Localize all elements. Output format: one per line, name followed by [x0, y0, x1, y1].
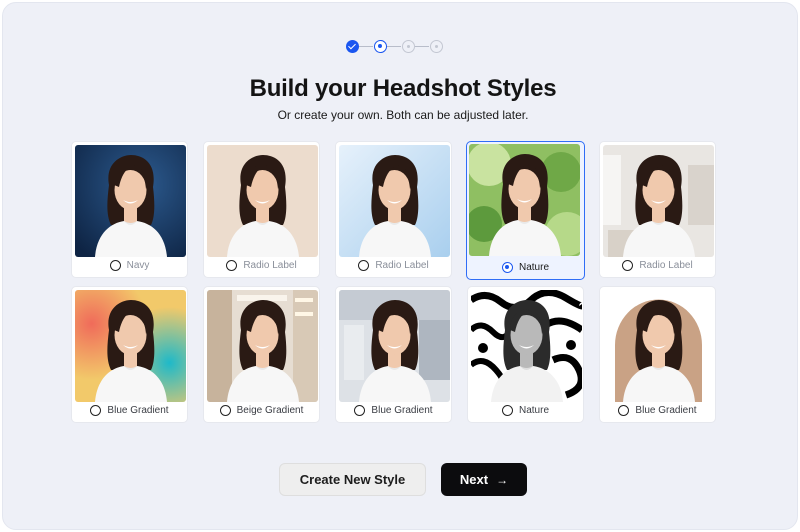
next-label: Next	[459, 472, 489, 487]
style-label: Radio Label	[375, 259, 429, 271]
headshot-illustration	[603, 145, 714, 257]
headshot-illustration	[339, 290, 450, 402]
create-new-style-button[interactable]: Create New Style	[279, 463, 426, 496]
radio-button[interactable]	[219, 404, 231, 416]
page-title: Build your Headshot Styles	[249, 75, 557, 102]
style-label: Nature	[518, 404, 549, 416]
radio-button[interactable]	[501, 404, 513, 416]
radio-button[interactable]	[358, 259, 370, 271]
radio-button[interactable]	[354, 404, 366, 416]
style-card-office-blur[interactable]: Radio Label	[599, 141, 716, 278]
style-label: Blue Gradient	[635, 404, 697, 416]
headshot-illustration	[469, 144, 580, 256]
style-radio-option[interactable]: Navy	[72, 256, 187, 274]
style-label: Navy	[126, 259, 150, 271]
headshot-photo-black-white-pattern	[471, 290, 582, 402]
style-label: Blue Gradient	[371, 404, 433, 416]
progress-stepper	[346, 38, 446, 56]
style-card-navy[interactable]: Navy	[71, 141, 188, 278]
step-connector	[359, 46, 373, 47]
style-label: Beige Gradient	[236, 404, 304, 416]
wizard-panel: Build your Headshot Styles Or create you…	[2, 2, 798, 530]
headshot-photo-colorful-gradient	[75, 290, 186, 402]
step-4-icon	[430, 40, 443, 53]
style-label: Nature	[518, 261, 549, 273]
step-connector	[415, 46, 429, 47]
style-card-beige[interactable]: Radio Label	[203, 141, 320, 278]
radio-button-checked[interactable]	[501, 261, 513, 273]
style-card-arch[interactable]: Blue Gradient	[599, 286, 716, 423]
step-connector	[387, 46, 401, 47]
headshot-photo-beige	[207, 145, 318, 257]
style-label: Blue Gradient	[107, 404, 169, 416]
radio-button[interactable]	[622, 259, 634, 271]
style-radio-option[interactable]: Nature	[467, 258, 584, 276]
radio-button[interactable]	[618, 404, 630, 416]
next-button[interactable]: Next →	[441, 463, 527, 496]
radio-button[interactable]	[226, 259, 238, 271]
headshot-illustration	[75, 290, 186, 402]
style-label: Radio Label	[243, 259, 297, 271]
style-radio-option[interactable]: Blue Gradient	[336, 401, 451, 419]
style-radio-option[interactable]: Nature	[468, 401, 583, 419]
headshot-illustration	[471, 290, 582, 402]
headshot-illustration	[339, 145, 450, 257]
style-radio-option[interactable]: Radio Label	[336, 256, 451, 274]
style-label: Radio Label	[639, 259, 693, 271]
headshot-illustration	[603, 290, 714, 402]
step-1-complete-icon	[346, 40, 359, 53]
style-card-hallway[interactable]: Beige Gradient	[203, 286, 320, 423]
style-card-office[interactable]: Blue Gradient	[335, 286, 452, 423]
headshot-photo-arch	[603, 290, 714, 402]
headshot-illustration	[75, 145, 186, 257]
style-card-light-blue[interactable]: Radio Label	[335, 141, 452, 278]
style-card-nature-selected[interactable]: Nature	[466, 141, 585, 280]
style-radio-option[interactable]: Radio Label	[600, 256, 715, 274]
style-radio-option[interactable]: Beige Gradient	[204, 401, 319, 419]
style-radio-option[interactable]: Radio Label	[204, 256, 319, 274]
headshot-photo-nature	[469, 144, 580, 256]
style-radio-option[interactable]: Blue Gradient	[600, 401, 715, 419]
headshot-photo-office	[339, 290, 450, 402]
headshot-photo-hallway	[207, 290, 318, 402]
style-card-colorful-gradient[interactable]: Blue Gradient	[71, 286, 188, 423]
headshot-photo-navy	[75, 145, 186, 257]
create-new-style-label: Create New Style	[299, 472, 406, 487]
style-radio-option[interactable]: Blue Gradient	[72, 401, 187, 419]
headshot-photo-office-blur	[603, 145, 714, 257]
style-card-black-white-pattern[interactable]: Nature	[467, 286, 584, 423]
page-subtitle: Or create your own. Both can be adjusted…	[277, 108, 529, 122]
radio-button[interactable]	[90, 404, 102, 416]
headshot-illustration	[207, 290, 318, 402]
radio-button[interactable]	[109, 259, 121, 271]
arrow-right-icon: →	[496, 472, 509, 487]
step-3-icon	[402, 40, 415, 53]
headshot-illustration	[207, 145, 318, 257]
step-2-current-icon	[374, 40, 387, 53]
headshot-photo-light-blue	[339, 145, 450, 257]
